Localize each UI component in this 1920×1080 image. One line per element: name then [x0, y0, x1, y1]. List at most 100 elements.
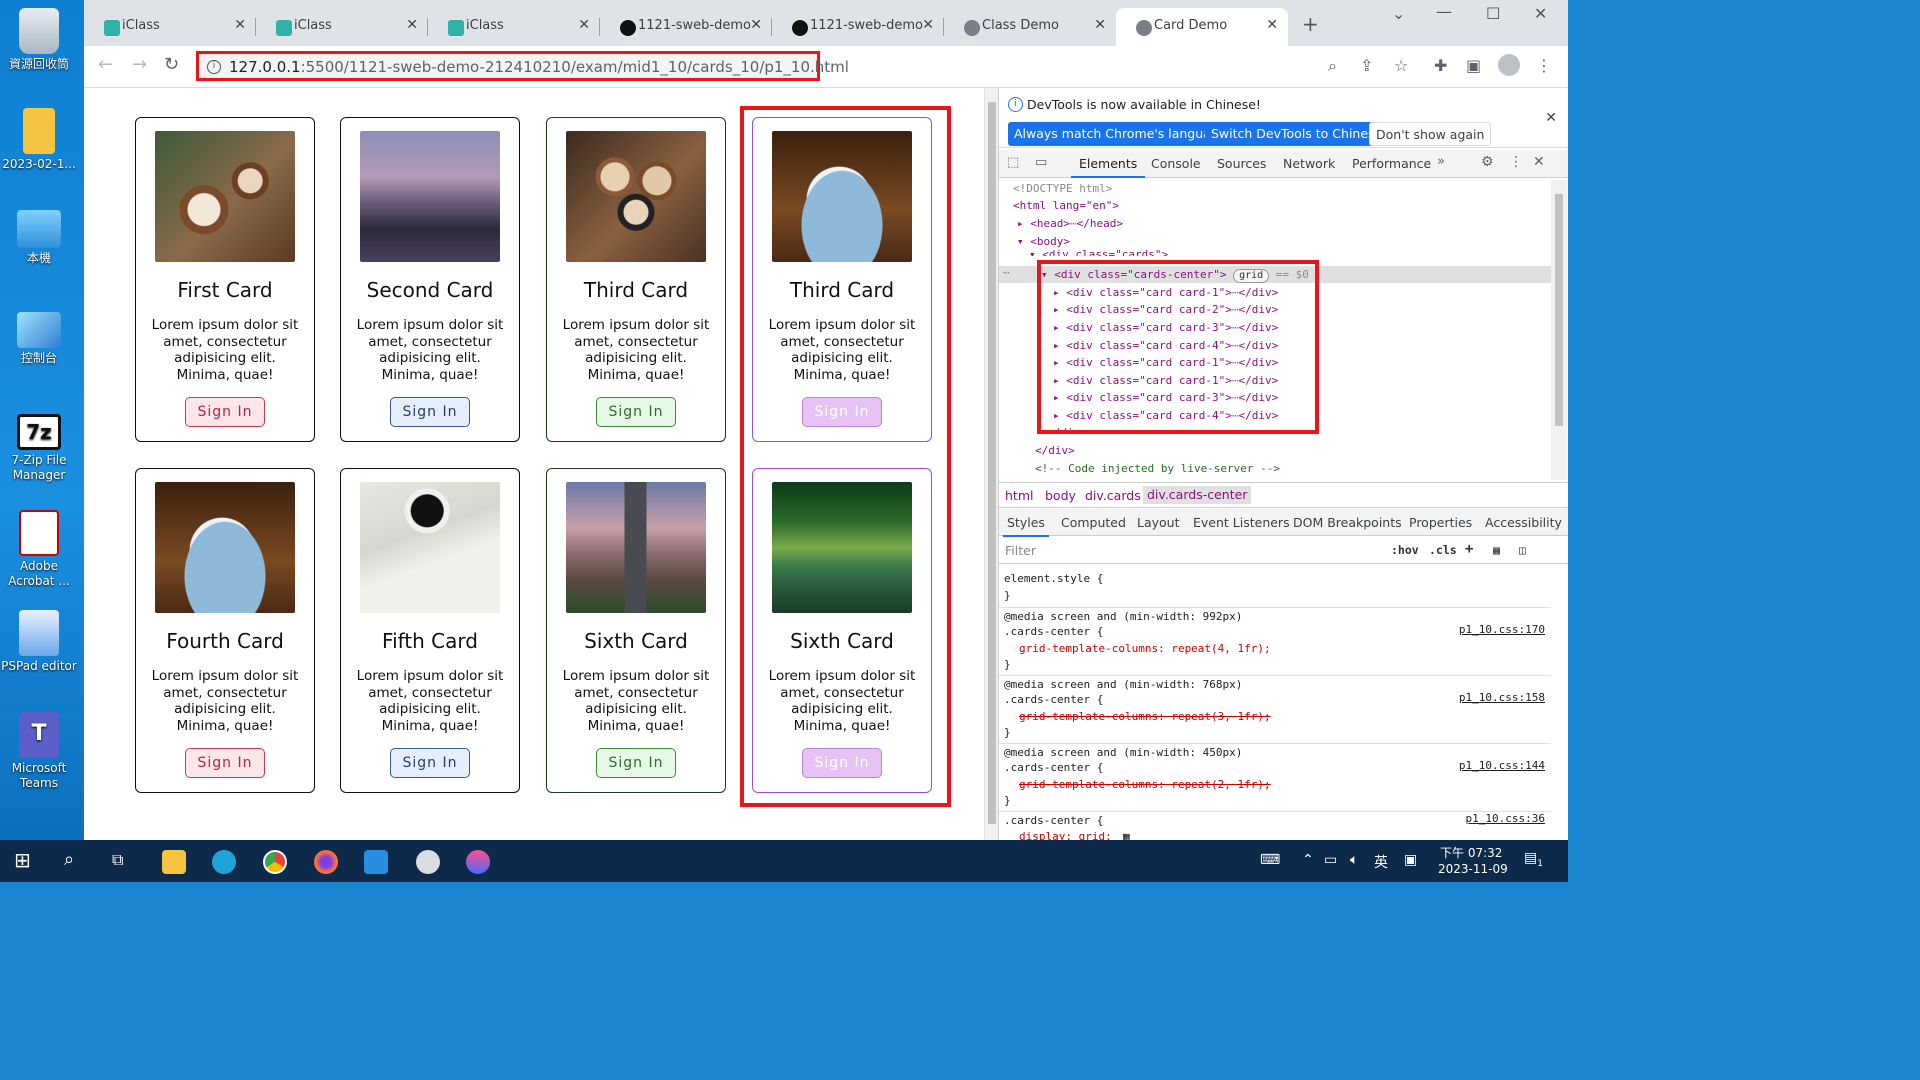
close-icon[interactable]: ✕ — [1266, 17, 1278, 33]
tab-search-icon[interactable]: ⌄ — [1392, 4, 1405, 23]
bookmark-star-icon[interactable]: ☆ — [1394, 56, 1408, 75]
zoom-icon[interactable]: ⌕ — [1328, 56, 1337, 76]
reload-icon[interactable]: ↻ — [164, 54, 179, 75]
gear-icon[interactable]: ⚙ — [1481, 154, 1494, 170]
tab-styles[interactable]: Styles — [1003, 515, 1049, 537]
volume-icon[interactable]: 🔈︎ — [1350, 852, 1358, 868]
chevron-up-icon[interactable]: ⌃ — [1302, 852, 1314, 868]
windows-start-icon[interactable]: ⊞ — [14, 848, 31, 872]
sign-in-button[interactable]: Sign In — [596, 748, 676, 778]
info-icon[interactable]: i — [207, 60, 221, 74]
rule-property[interactable]: display: grid; — [1019, 828, 1112, 840]
folder-shortcut[interactable]: 2023-02-1... — [0, 108, 78, 172]
rule-property[interactable]: grid-template-columns: repeat(4, 1fr); — [1019, 640, 1271, 657]
firefox-icon[interactable] — [314, 850, 338, 874]
breadcrumb-html[interactable]: html — [1005, 488, 1033, 503]
breadcrumb-div-cards[interactable]: div.cards — [1085, 488, 1141, 503]
close-icon[interactable]: ✕ — [1545, 110, 1557, 126]
rule-element-style[interactable]: element.style { — [1004, 570, 1103, 587]
device-toggle-icon[interactable]: ▭ — [1035, 155, 1047, 170]
teams-shortcut[interactable]: T Microsoft Teams — [0, 712, 78, 791]
more-options-icon[interactable]: ⋯ — [1003, 264, 1010, 281]
sign-in-button[interactable]: Sign In — [185, 748, 265, 778]
forward-icon[interactable]: → — [132, 54, 147, 75]
tab-performance[interactable]: Performance — [1352, 156, 1431, 171]
control-panel-shortcut[interactable]: 控制台 — [0, 312, 78, 366]
tab-github-1[interactable]: 1121-sweb-demo ✕ — [600, 8, 772, 46]
menu-dots-icon[interactable]: ⋮ — [1509, 154, 1523, 170]
tab-computed[interactable]: Computed — [1061, 515, 1126, 530]
scrollbar-thumb[interactable] — [1555, 194, 1563, 426]
tab-iclass-3[interactable]: iClass ✕ — [428, 8, 600, 46]
rule-selector[interactable]: .cards-center { — [1004, 691, 1103, 708]
close-devtools-icon[interactable]: ✕ — [1533, 154, 1545, 170]
dom-scrollbar[interactable] — [1551, 180, 1567, 480]
drop-app-icon[interactable] — [466, 850, 490, 874]
clock-date[interactable]: 2023-11-09 — [1438, 862, 1508, 876]
side-panel-icon[interactable]: ▣ — [1466, 56, 1481, 75]
rule-selector[interactable]: .cards-center { — [1004, 812, 1103, 829]
file-explorer-icon[interactable] — [162, 850, 186, 874]
rule-selector[interactable]: .cards-center { — [1004, 623, 1103, 640]
tab-layout[interactable]: Layout — [1137, 515, 1180, 530]
grid-editor-icon[interactable]: ▦ — [1123, 828, 1130, 840]
sign-in-button[interactable]: Sign In — [390, 748, 470, 778]
tab-card-demo[interactable]: Card Demo ✕ — [1116, 8, 1288, 46]
rule-source-link[interactable]: p1_10.css:36 — [1466, 812, 1545, 825]
minimize-icon[interactable]: — — [1436, 2, 1452, 21]
tab-console[interactable]: Console — [1151, 156, 1201, 171]
close-icon[interactable]: ✕ — [1094, 17, 1106, 33]
rule-property-overridden[interactable]: grid-template-columns: repeat(2, 1fr); — [1019, 776, 1271, 793]
rule-property-overridden[interactable]: grid-template-columns: repeat(3, 1fr); — [1019, 708, 1271, 725]
acrobat-shortcut[interactable]: Adobe Acrobat ... — [0, 510, 78, 589]
breadcrumb-body[interactable]: body — [1045, 488, 1076, 503]
tab-sources[interactable]: Sources — [1217, 156, 1266, 171]
sidebar-toggle-icon[interactable]: ◫ — [1519, 543, 1526, 557]
dom-close-cards[interactable]: </div> — [1035, 442, 1075, 459]
tab-elements[interactable]: Elements — [1070, 156, 1146, 178]
tab-github-2[interactable]: 1121-sweb-demo ✕ — [772, 8, 944, 46]
tab-dom-breakpoints[interactable]: DOM Breakpoints — [1293, 515, 1402, 530]
paint-icon[interactable] — [416, 850, 440, 874]
sign-in-button[interactable]: Sign In — [596, 397, 676, 427]
tab-network[interactable]: Network — [1283, 156, 1335, 171]
rule-source-link[interactable]: p1_10.css:170 — [1459, 623, 1545, 636]
dom-html[interactable]: <html lang="en"> — [1013, 197, 1119, 214]
chrome-icon[interactable] — [263, 850, 287, 874]
rule-source-link[interactable]: p1_10.css:158 — [1459, 691, 1545, 704]
rule-selector[interactable]: .cards-center { — [1004, 759, 1103, 776]
profile-avatar[interactable] — [1498, 54, 1520, 76]
more-tabs-icon[interactable]: » — [1437, 154, 1445, 169]
dont-show-again-button[interactable]: Don't show again — [1369, 122, 1492, 146]
7zip-shortcut[interactable]: 7z 7-Zip File Manager — [0, 414, 78, 483]
maximize-icon[interactable]: ☐ — [1486, 4, 1500, 23]
switch-to-chinese-button[interactable]: Switch DevTools to Chinese — [1205, 122, 1389, 146]
paint-brush-icon[interactable]: ▦ — [1493, 543, 1500, 557]
close-icon[interactable]: ✕ — [406, 17, 418, 33]
dom-cards-row[interactable]: ▾ <div class="cards"> — [1029, 246, 1168, 256]
tab-accessibility[interactable]: Accessibility — [1485, 515, 1562, 530]
dom-doctype[interactable]: <!DOCTYPE html> — [1013, 180, 1112, 197]
breadcrumb-div-cards-center[interactable]: div.cards-center — [1143, 486, 1252, 504]
address-bar[interactable]: i 127.0.0.1:5500/1121-sweb-demo-21241021… — [196, 51, 849, 81]
close-icon[interactable]: ✕ — [922, 17, 934, 33]
tab-class-demo[interactable]: Class Demo ✕ — [944, 8, 1116, 46]
extensions-icon[interactable]: ✚ — [1434, 56, 1447, 75]
recycle-bin-shortcut[interactable]: 資源回收筒 — [0, 8, 78, 72]
vscode-icon[interactable] — [364, 850, 388, 874]
class-toggle[interactable]: .cls — [1429, 543, 1457, 557]
close-icon[interactable]: ✕ — [234, 17, 246, 33]
this-pc-shortcut[interactable]: 本機 — [0, 210, 78, 266]
page-scrollbar[interactable] — [984, 88, 998, 840]
tab-properties[interactable]: Properties — [1409, 515, 1472, 530]
search-icon[interactable]: ⌕ — [64, 849, 74, 870]
keyboard-icon[interactable]: ⌨ — [1260, 852, 1280, 868]
back-icon[interactable]: ← — [98, 54, 113, 75]
pspad-shortcut[interactable]: PSPad editor — [0, 610, 78, 674]
scrollbar-thumb[interactable] — [988, 102, 996, 824]
share-icon[interactable]: ⇪ — [1360, 56, 1373, 75]
network-icon[interactable]: ▭ — [1324, 852, 1337, 868]
match-language-button[interactable]: Always match Chrome's language — [1008, 122, 1233, 146]
hover-state-toggle[interactable]: :hov — [1391, 543, 1419, 557]
ime-mode-icon[interactable]: ▣ — [1404, 852, 1417, 868]
